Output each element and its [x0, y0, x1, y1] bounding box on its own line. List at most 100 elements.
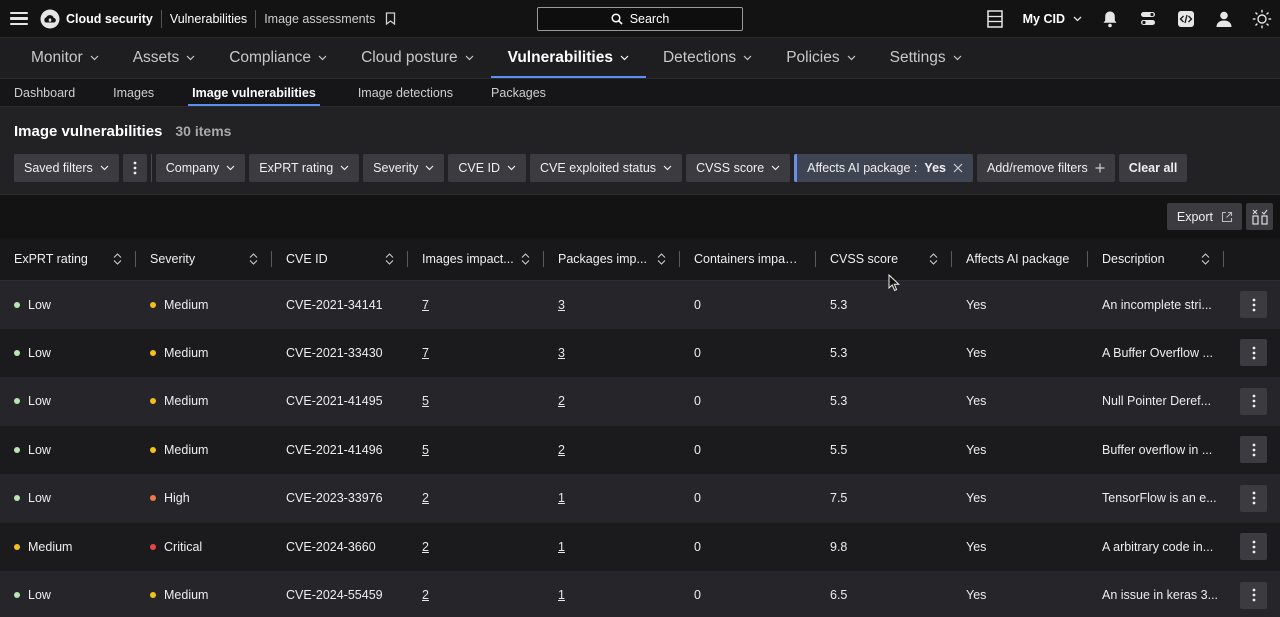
column-settings-button[interactable]	[1246, 203, 1273, 230]
bell-icon[interactable]	[1100, 9, 1120, 29]
images-impacted-link[interactable]: 2	[422, 491, 429, 505]
row-actions-button[interactable]	[1240, 484, 1267, 512]
sun-icon[interactable]	[1252, 9, 1272, 29]
severity-dot	[150, 349, 156, 356]
packages-impacted-link[interactable]: 1	[558, 540, 565, 554]
filter-options-button[interactable]	[122, 154, 147, 182]
cell-description: A arbitrary code in...	[1102, 539, 1214, 554]
images-impacted-link[interactable]: 7	[422, 346, 429, 360]
search-button[interactable]: Search	[537, 7, 743, 31]
nav-detections[interactable]: Detections	[646, 38, 769, 78]
cell-description: A Buffer Overflow ...	[1102, 345, 1213, 360]
sort-icon[interactable]	[929, 252, 938, 265]
packages-impacted-link[interactable]: 3	[558, 346, 565, 360]
column-header-severity[interactable]: Severity	[136, 238, 272, 280]
sort-icon[interactable]	[385, 252, 394, 265]
filter-severity[interactable]: Severity	[363, 154, 445, 182]
tab-dashboard[interactable]: Dashboard	[14, 79, 75, 106]
breadcrumb-vulnerabilities[interactable]: Vulnerabilities	[162, 12, 255, 26]
table-row[interactable]: Low Medium CVE-2021-41496 5 2 0 5.5 Yes Buffer o…	[0, 425, 1280, 475]
user-icon[interactable]	[1214, 9, 1234, 29]
bookmark-icon[interactable]	[385, 12, 396, 25]
images-impacted-link[interactable]: 2	[422, 540, 429, 554]
packages-impacted-link[interactable]: 1	[558, 588, 565, 602]
packages-impacted-link[interactable]: 2	[558, 394, 565, 408]
nav-policies[interactable]: Policies	[769, 38, 872, 78]
cell-packages-impacted: 3	[544, 280, 680, 329]
column-label: CVSS score	[830, 251, 899, 266]
table-row[interactable]: Low Medium CVE-2021-41495 5 2 0 5.3 Yes Null Poi…	[0, 377, 1280, 426]
severity-value: Medium	[164, 345, 209, 360]
packages-impacted-link[interactable]: 1	[558, 491, 565, 505]
nav-assets[interactable]: Assets	[116, 38, 213, 78]
row-actions-button[interactable]	[1240, 436, 1267, 464]
cell-packages-impacted: 2	[544, 426, 680, 475]
add-remove-filters-button[interactable]: Add/remove filters	[976, 154, 1115, 182]
column-label: Images impact...	[422, 251, 514, 266]
menu-icon[interactable]	[10, 11, 28, 26]
filter-exprt-rating[interactable]: ExPRT rating	[249, 154, 360, 182]
cell-severity: Medium	[136, 426, 272, 475]
nav-compliance[interactable]: Compliance	[212, 38, 344, 78]
tab-images[interactable]: Images	[113, 79, 154, 106]
row-actions-button[interactable]	[1240, 291, 1267, 318]
table-row[interactable]: Medium Critical CVE-2024-3660 2 1 0 9.8 Yes A ar…	[0, 522, 1280, 571]
nav-monitor[interactable]: Monitor	[14, 38, 116, 78]
cell-cvss-score: 5.3	[830, 394, 848, 409]
saved-filters-button[interactable]: Saved filters	[14, 154, 119, 182]
column-header-images-impacted[interactable]: Images impact...	[408, 238, 544, 280]
filter-cvss-score[interactable]: CVSS score	[686, 154, 791, 182]
column-header-affects-ai-package[interactable]: Affects AI package	[952, 238, 1088, 280]
sort-icon[interactable]	[1201, 252, 1210, 265]
packages-impacted-link[interactable]: 3	[558, 298, 565, 312]
applied-filter-affects-ai-package[interactable]: Affects AI package : Yes	[794, 154, 973, 182]
nav-settings[interactable]: Settings	[873, 38, 979, 78]
nav-cloud-posture[interactable]: Cloud posture	[344, 38, 491, 78]
table-row[interactable]: Low High CVE-2023-33976 2 1 0 7.5 Yes TensorFlow…	[0, 474, 1280, 523]
nav-label: Cloud posture	[361, 49, 458, 66]
column-header-packages-impacted[interactable]: Packages imp...	[544, 238, 680, 280]
table-row[interactable]: Low Medium CVE-2024-55459 2 1 0 6.5 Yes An issue…	[0, 571, 1280, 617]
tab-packages[interactable]: Packages	[491, 79, 546, 106]
switch-icon[interactable]	[1138, 9, 1158, 29]
sort-icon[interactable]	[521, 252, 530, 265]
column-header-cvss-score[interactable]: CVSS score	[816, 238, 952, 280]
table-row[interactable]: Low Medium CVE-2021-33430 7 3 0 5.3 Yes A Buffer…	[0, 328, 1280, 377]
images-impacted-link[interactable]: 5	[422, 443, 429, 457]
row-actions-button[interactable]	[1240, 339, 1267, 367]
breadcrumb-cloud-security[interactable]: Cloud security	[66, 12, 161, 26]
cid-selector[interactable]: My CID	[1023, 12, 1082, 26]
export-button[interactable]: Export	[1166, 203, 1242, 230]
column-header-description[interactable]: Description	[1088, 238, 1224, 280]
filter-cve-id[interactable]: CVE ID	[448, 154, 527, 182]
images-impacted-link[interactable]: 5	[422, 394, 429, 408]
list-panel-icon[interactable]	[985, 9, 1005, 29]
cell-packages-impacted: 1	[544, 474, 680, 523]
tab-image-vulnerabilities[interactable]: Image vulnerabilities	[188, 79, 320, 106]
nav-vulnerabilities[interactable]: Vulnerabilities	[490, 38, 647, 78]
images-impacted-link[interactable]: 7	[422, 298, 429, 312]
close-icon[interactable]	[953, 163, 963, 173]
packages-impacted-link[interactable]: 2	[558, 443, 565, 457]
filter-company[interactable]: Company	[155, 154, 246, 182]
tab-image-detections[interactable]: Image detections	[358, 79, 453, 106]
clear-all-button[interactable]: Clear all	[1118, 154, 1188, 182]
column-header-exprt-rating[interactable]: ExPRT rating	[0, 238, 136, 280]
row-actions-button[interactable]	[1240, 533, 1267, 561]
column-header-containers-impacted[interactable]: Containers impact...	[680, 238, 816, 280]
severity-value: Medium	[164, 297, 209, 312]
cell-cvss-score: 6.5	[830, 588, 848, 603]
row-actions-button[interactable]	[1240, 387, 1267, 415]
column-header-cve-id[interactable]: CVE ID	[272, 238, 408, 280]
sort-icon[interactable]	[657, 252, 666, 265]
sort-icon[interactable]	[249, 252, 258, 265]
table-row[interactable]: Low Medium CVE-2021-34141 7 3 0 5.3 Yes An incom…	[0, 280, 1280, 329]
images-impacted-link[interactable]: 2	[422, 588, 429, 602]
sort-icon[interactable]	[113, 252, 122, 265]
row-actions-button[interactable]	[1240, 581, 1267, 609]
cell-cvss-score: 5.3	[830, 345, 848, 360]
cell-exprt-rating: Low	[0, 571, 136, 617]
code-icon[interactable]	[1176, 9, 1196, 29]
cell-cve-id: CVE-2024-3660	[286, 539, 376, 554]
filter-cve-exploited-status[interactable]: CVE exploited status	[530, 154, 683, 182]
